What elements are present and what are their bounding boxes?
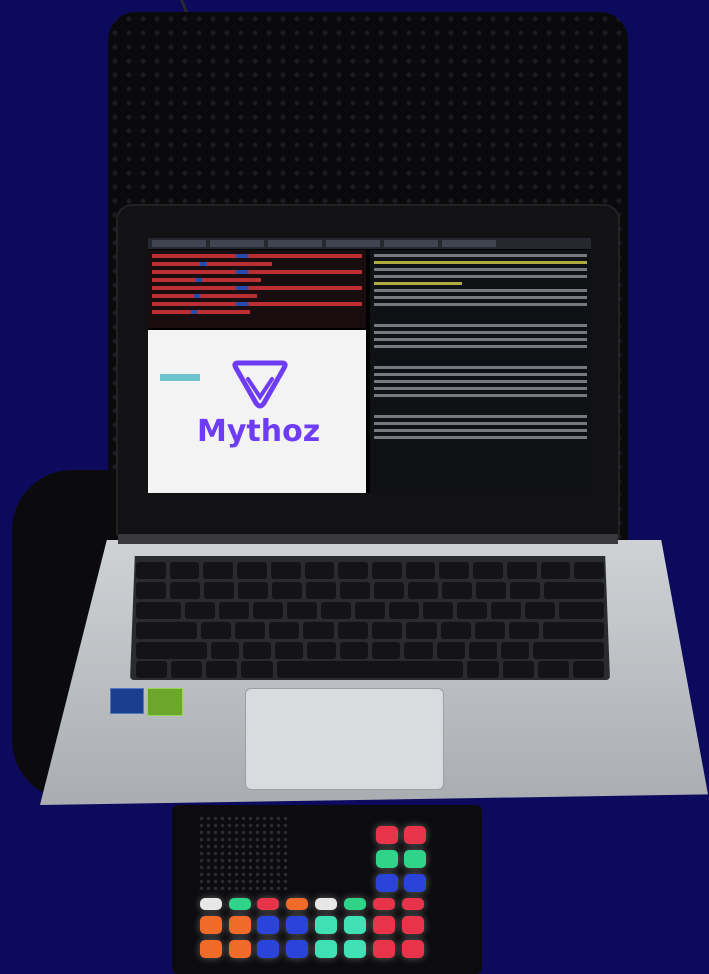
orange-pad xyxy=(200,916,222,934)
red-pad xyxy=(373,916,395,934)
red-pad xyxy=(373,898,395,910)
red-pad xyxy=(402,898,424,910)
mint-pad xyxy=(315,916,337,934)
mint-pad xyxy=(344,916,366,934)
white-pad xyxy=(200,898,222,910)
blue-pad xyxy=(257,940,279,958)
laptop-touchpad xyxy=(245,688,444,790)
blue-pad xyxy=(286,916,308,934)
red-pad xyxy=(373,940,395,958)
green-pad xyxy=(229,898,251,910)
green-pad xyxy=(404,850,426,868)
orange-pad xyxy=(229,940,251,958)
red-pad xyxy=(402,940,424,958)
red-pad xyxy=(404,826,426,844)
terminal-pane-red xyxy=(148,250,366,328)
laptop-keyboard xyxy=(130,556,610,680)
taskbar-window xyxy=(442,240,496,247)
brand-logo-text: Mythoz xyxy=(197,414,321,449)
gpu-sticker xyxy=(147,688,183,716)
red-pad xyxy=(376,826,398,844)
taskbar-window xyxy=(210,240,264,247)
taskbar-window xyxy=(384,240,438,247)
blue-pad xyxy=(376,874,398,892)
blue-pad xyxy=(286,940,308,958)
orange-pad xyxy=(229,916,251,934)
laptop-hinge xyxy=(118,534,618,544)
mint-pad xyxy=(315,940,337,958)
speaker-grille xyxy=(198,815,288,890)
cpu-sticker xyxy=(110,688,144,714)
red-pad xyxy=(402,916,424,934)
green-pad xyxy=(344,898,366,910)
blue-pad xyxy=(257,916,279,934)
orange-pad xyxy=(200,940,222,958)
terminal-pane-right xyxy=(370,250,591,493)
orange-pad xyxy=(286,898,308,910)
progress-bar xyxy=(160,374,200,381)
red-pad xyxy=(257,898,279,910)
green-pad xyxy=(376,850,398,868)
desktop-taskbar xyxy=(148,238,591,249)
laptop-screen xyxy=(148,238,591,493)
taskbar-window xyxy=(268,240,322,247)
blue-pad xyxy=(404,874,426,892)
mint-pad xyxy=(344,940,366,958)
mythoz-triangle-logo-icon xyxy=(232,360,288,409)
taskbar-window xyxy=(326,240,380,247)
taskbar-window xyxy=(152,240,206,247)
white-pad xyxy=(315,898,337,910)
